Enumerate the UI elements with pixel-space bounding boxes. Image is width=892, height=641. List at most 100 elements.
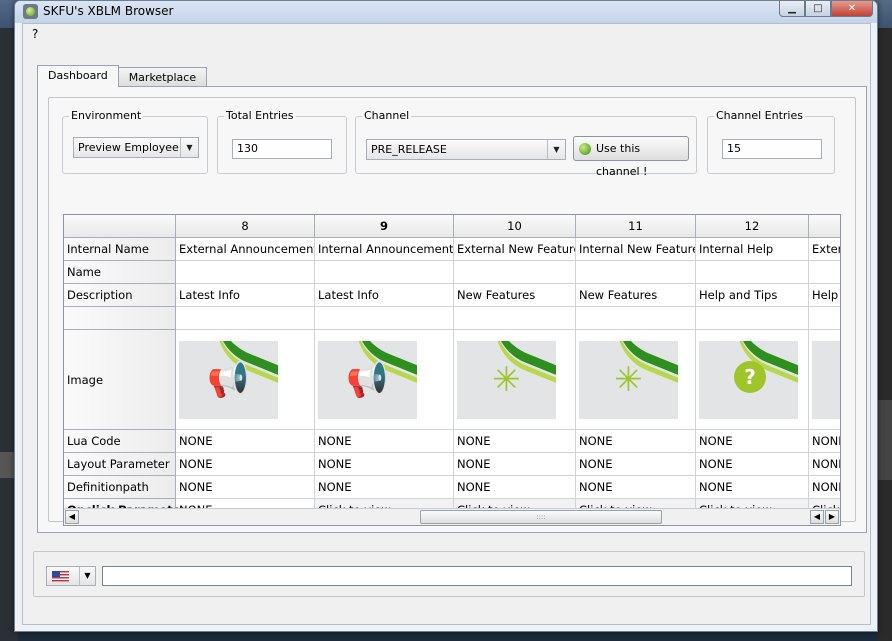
table-cell-internal-name[interactable]: Internal Announcements xyxy=(315,238,454,261)
question-mark-icon: ? xyxy=(734,361,766,393)
megaphone-icon: 📢 xyxy=(318,341,417,419)
table-cell-image[interactable]: ? xyxy=(696,330,809,430)
table-cell-description[interactable]: Latest Info xyxy=(176,284,315,307)
table-cell-image[interactable] xyxy=(809,330,840,430)
table-cell-image[interactable]: ✳ xyxy=(576,330,696,430)
table-cell-definitionpath[interactable]: NONI xyxy=(809,476,840,499)
channel-entries-group: Channel Entries 15 xyxy=(707,109,835,174)
channel-select[interactable]: PRE_RELEASE ▼ xyxy=(366,139,566,160)
command-bar: ▼ xyxy=(33,551,865,597)
row-header-image[interactable]: Image xyxy=(64,330,176,430)
table-cell-blank[interactable] xyxy=(454,307,576,330)
table-cell-lua-code[interactable]: NONI xyxy=(809,430,840,453)
horizontal-scrollbar[interactable]: ◀ :::: ◀ ▶ xyxy=(64,508,840,525)
table-cell-definitionpath[interactable]: NONE xyxy=(176,476,315,499)
table-cell-internal-name[interactable]: External Announcements xyxy=(176,238,315,261)
command-input[interactable] xyxy=(103,567,851,585)
app-icon xyxy=(23,4,38,19)
row-header-lua-code[interactable]: Lua Code xyxy=(64,430,176,453)
table-cell-layout-parameter[interactable]: NONI xyxy=(809,453,840,476)
client-area: ? Dashboard Marketplace Environment Prev… xyxy=(22,23,871,625)
tab-marketplace[interactable]: Marketplace xyxy=(117,67,208,87)
table-cell-layout-parameter[interactable]: NONE xyxy=(315,453,454,476)
channel-group: Channel PRE_RELEASE ▼ Use this channel ! xyxy=(355,109,697,178)
table-cell-lua-code[interactable]: NONE xyxy=(176,430,315,453)
scroll-thumb[interactable]: :::: xyxy=(420,510,662,524)
column-header[interactable] xyxy=(809,215,840,238)
table-cell-name[interactable] xyxy=(696,261,809,284)
table-cell-name[interactable] xyxy=(809,261,840,284)
table-cell-layout-parameter[interactable]: NONE xyxy=(454,453,576,476)
table-cell-lua-code[interactable]: NONE xyxy=(696,430,809,453)
table-cell-blank[interactable] xyxy=(315,307,454,330)
table-cell-layout-parameter[interactable]: NONE xyxy=(576,453,696,476)
chevron-down-icon: ▼ xyxy=(180,138,198,157)
table-cell-lua-code[interactable]: NONE xyxy=(315,430,454,453)
window-title: SKFU's XBLM Browser xyxy=(43,4,174,18)
menu-help[interactable]: ? xyxy=(32,27,38,41)
scroll-left-icon[interactable]: ◀ xyxy=(810,510,824,524)
chevron-down-icon: ▼ xyxy=(547,140,565,159)
table-cell-image[interactable]: 📢 xyxy=(176,330,315,430)
table-cell-internal-name[interactable]: External New Features xyxy=(454,238,576,261)
minimize-button[interactable]: ▁ xyxy=(779,0,805,17)
table-cell-description[interactable]: New Features xyxy=(454,284,576,307)
close-button[interactable]: ✕ xyxy=(831,0,873,17)
menu-bar: ? xyxy=(23,24,870,44)
table-cell-lua-code[interactable]: NONE xyxy=(454,430,576,453)
row-header-blank[interactable] xyxy=(64,307,176,330)
table-cell-blank[interactable] xyxy=(696,307,809,330)
command-input-wrapper xyxy=(102,566,852,586)
table-cell-name[interactable] xyxy=(315,261,454,284)
table-cell-image[interactable]: ✳ xyxy=(454,330,576,430)
total-entries-field[interactable]: 130 xyxy=(232,139,332,159)
table-cell-image[interactable]: 📢 xyxy=(315,330,454,430)
table-cell-lua-code[interactable]: NONE xyxy=(576,430,696,453)
sparkle-icon: ✳ xyxy=(457,341,556,419)
table-cell-blank[interactable] xyxy=(809,307,840,330)
column-header[interactable]: 11 xyxy=(576,215,696,238)
table-cell-description[interactable]: Latest Info xyxy=(315,284,454,307)
table-cell-name[interactable] xyxy=(176,261,315,284)
table-cell-name[interactable] xyxy=(576,261,696,284)
table-cell-description[interactable]: Help and Tips xyxy=(696,284,809,307)
table-cell-blank[interactable] xyxy=(176,307,315,330)
channel-label: Channel xyxy=(362,109,412,122)
environment-select[interactable]: Preview Employee ▼ xyxy=(73,137,199,158)
use-channel-button[interactable]: Use this channel ! xyxy=(573,136,689,178)
table-cell-internal-name[interactable]: Internal Help xyxy=(696,238,809,261)
table-cell-description[interactable]: Help xyxy=(809,284,840,307)
table-cell-definitionpath[interactable]: NONE xyxy=(696,476,809,499)
table-cell-definitionpath[interactable]: NONE xyxy=(315,476,454,499)
column-header[interactable]: 12 xyxy=(696,215,809,238)
scroll-left-icon[interactable]: ◀ xyxy=(65,510,79,524)
tab-dashboard[interactable]: Dashboard xyxy=(37,65,119,87)
table-cell-internal-name[interactable]: Extern xyxy=(809,238,840,261)
entries-table: 8 9 10 11 12 Internal Name External Announceme… xyxy=(63,214,841,526)
channel-entries-field[interactable]: 15 xyxy=(722,139,822,159)
desktop-background-right xyxy=(878,28,892,641)
column-header[interactable]: 9 xyxy=(315,215,454,238)
row-header-description[interactable]: Description xyxy=(64,284,176,307)
table-cell-blank[interactable] xyxy=(576,307,696,330)
maximize-button[interactable]: □ xyxy=(805,0,831,17)
table-cell-internal-name[interactable]: Internal New Features xyxy=(576,238,696,261)
total-entries-label: Total Entries xyxy=(224,109,296,122)
table-cell-definitionpath[interactable]: NONE xyxy=(454,476,576,499)
locale-select[interactable]: ▼ xyxy=(46,566,96,586)
row-header-definitionpath[interactable]: Definitionpath xyxy=(64,476,176,499)
table-cell-definitionpath[interactable]: NONE xyxy=(576,476,696,499)
row-header-name[interactable]: Name xyxy=(64,261,176,284)
column-header[interactable]: 10 xyxy=(454,215,576,238)
row-header-internal-name[interactable]: Internal Name xyxy=(64,238,176,261)
megaphone-icon: 📢 xyxy=(179,341,278,419)
table-cell-description[interactable]: New Features xyxy=(576,284,696,307)
table-cell-name[interactable] xyxy=(454,261,576,284)
chevron-down-icon: ▼ xyxy=(79,567,95,585)
scroll-right-icon[interactable]: ▶ xyxy=(825,510,839,524)
row-header-layout-parameter[interactable]: Layout Parameter xyxy=(64,453,176,476)
table-cell-layout-parameter[interactable]: NONE xyxy=(176,453,315,476)
column-header[interactable]: 8 xyxy=(176,215,315,238)
app-window: SKFU's XBLM Browser ▁ □ ✕ ? Dashboard Ma… xyxy=(14,0,878,632)
table-cell-layout-parameter[interactable]: NONE xyxy=(696,453,809,476)
